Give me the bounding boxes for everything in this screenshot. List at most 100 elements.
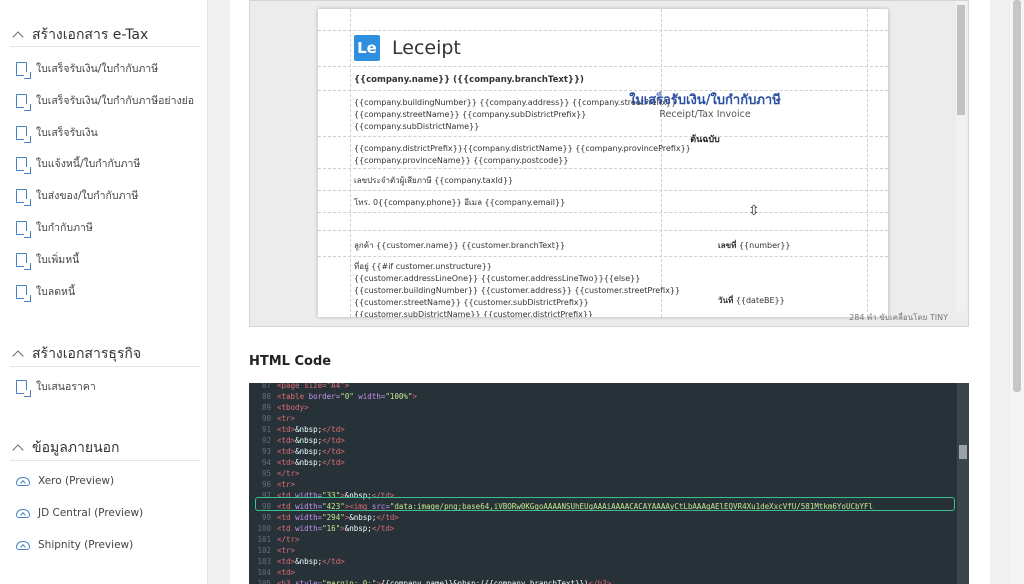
main-content: Le Leceipt {{company.name}} ({{company.b… <box>230 0 990 584</box>
customer-address-line: {{customer.subDistrictName}} {{customer.… <box>354 310 594 317</box>
editor-scrollbar[interactable] <box>956 1 966 311</box>
chevron-up-icon <box>12 350 24 362</box>
code-line[interactable]: 102 <tr> <box>249 545 295 556</box>
sidebar-item-credit-note[interactable]: ใบลดหนี้ <box>16 283 76 302</box>
sidebar-item-label: ใบเพิ่มหนี้ <box>36 254 80 266</box>
code-line[interactable]: 104 <td> <box>249 567 295 578</box>
section-etax-header[interactable]: สร้างเอกสาร e-Tax <box>12 24 148 46</box>
sidebar-item-label: Xero (Preview) <box>38 475 115 487</box>
divider <box>10 46 200 47</box>
doc-date-label: วันที่ <box>718 296 734 305</box>
line-number: 90 <box>261 414 271 423</box>
customer-address-line: {{customer.buildingNumber}} {{customer.a… <box>354 286 681 295</box>
document-add-icon <box>16 284 31 302</box>
line-number: 103 <box>257 557 271 566</box>
code-line[interactable]: 101 </tr> <box>249 534 299 545</box>
logo-name: Leceipt <box>392 37 461 59</box>
sidebar-item-debit-note[interactable]: ใบเพิ่มหนี้ <box>16 251 80 270</box>
sidebar-item-receipt[interactable]: ใบเสร็จรับเงิน <box>16 124 98 143</box>
chevron-up-icon <box>12 444 24 456</box>
code-line[interactable]: 92 <td>&nbsp;</td> <box>249 435 345 446</box>
code-text: <tbody> <box>277 403 309 412</box>
code-line[interactable]: 103 <td>&nbsp;</td> <box>249 556 344 567</box>
sidebar-item-receipt-tax-invoice[interactable]: ใบเสร็จรับเงิน/ใบกำกับภาษี <box>16 60 158 79</box>
code-line[interactable]: 100 <td width="16">&nbsp;</td> <box>249 523 394 534</box>
scrollbar-thumb[interactable] <box>1013 0 1021 392</box>
line-number: 102 <box>257 546 271 555</box>
line-number: 105 <box>257 579 271 584</box>
code-text: <tr> <box>277 414 296 423</box>
document-copy-label: ต้นฉบับ <box>690 135 720 145</box>
sidebar-item-jd-central[interactable]: JD Central (Preview) <box>16 507 143 519</box>
code-line[interactable]: 96 <tr> <box>249 479 295 490</box>
code-line[interactable]: 87 <page size="A4"> <box>249 383 349 391</box>
code-line[interactable]: 93 <td>&nbsp;</td> <box>249 446 345 457</box>
code-line[interactable]: 91 <td>&nbsp;</td> <box>249 424 345 435</box>
line-number: 101 <box>257 535 271 544</box>
sidebar-item-delivery-tax-invoice[interactable]: ใบส่งของ/ใบกำกับภาษี <box>16 187 138 206</box>
code-text: <tr> <box>277 480 296 489</box>
code-text: <h3 style="margin: 0;">{{company.name}}&… <box>277 579 612 584</box>
sidebar-item-tax-invoice[interactable]: ใบกำกับภาษี <box>16 219 93 238</box>
doc-date-field: วันที่ {{dateBE}} <box>718 295 785 307</box>
html-code-heading: HTML Code <box>249 354 332 369</box>
code-line[interactable]: 90 <tr> <box>249 413 295 424</box>
sidebar-item-shipnity[interactable]: Shipnity (Preview) <box>16 539 133 551</box>
divider <box>10 460 200 461</box>
line-number: 89 <box>261 403 271 412</box>
document-add-icon <box>16 220 31 238</box>
sidebar-item-xero[interactable]: Xero (Preview) <box>16 475 114 487</box>
section-title: สร้างเอกสาร e-Tax <box>32 27 149 43</box>
sidebar: สร้างเอกสาร e-Tax ใบเสร็จรับเงิน/ใบกำกับ… <box>0 0 208 584</box>
page-scrollbar[interactable] <box>1010 0 1024 584</box>
line-number: 92 <box>261 436 271 445</box>
company-address-line: {{company.subDistrictName}} <box>354 122 480 131</box>
sidebar-item-quotation[interactable]: ใบเสนอราคา <box>16 378 96 397</box>
sidebar-item-abb-tax-invoice[interactable]: ใบเสร็จรับเงิน/ใบกำกับภาษีอย่างย่อ <box>16 92 194 111</box>
code-line[interactable]: 88 <table border="0" width="100%"> <box>249 391 417 402</box>
section-title: ข้อมูลภายนอก <box>32 440 120 456</box>
code-text: </tr> <box>277 469 300 478</box>
section-business-header[interactable]: สร้างเอกสารธุรกิจ <box>12 343 141 365</box>
company-contact-field: โทร. 0{{company.phone}} อีเมล {{company.… <box>354 198 566 207</box>
section-title: สร้างเอกสารธุรกิจ <box>32 346 142 362</box>
sidebar-item-invoice-tax-invoice[interactable]: ใบแจ้งหนี้/ใบกำกับภาษี <box>16 155 140 174</box>
line-number: 99 <box>261 513 271 522</box>
line-number: 95 <box>261 469 271 478</box>
customer-address-line: ที่อยู่ {{#if customer.unstructure}} <box>354 262 492 271</box>
code-text: <td width="16">&nbsp;</td> <box>277 524 395 533</box>
editor-status-bar: 284 คำ ขับเคลื่อนโดย TINY <box>849 313 948 322</box>
code-line[interactable]: 105 <h3 style="margin: 0;">{{company.name… <box>249 578 611 584</box>
company-address-line: {{company.streetName}} {{company.subDist… <box>354 110 587 119</box>
sidebar-item-label: ใบเสนอราคา <box>36 381 96 393</box>
company-name-field: {{company.name}} ({{company.branchText}}… <box>354 75 584 85</box>
sidebar-item-label: ใบลดหนี้ <box>36 286 76 298</box>
code-line[interactable]: 94 <td>&nbsp;</td> <box>249 457 345 468</box>
line-number: 104 <box>257 568 271 577</box>
line-number: 91 <box>261 425 271 434</box>
table-row <box>318 213 888 231</box>
html-code-editor[interactable]: 87 <page size="A4"> 88 <table border="0" wi… <box>249 383 969 584</box>
code-scrollbar[interactable] <box>957 383 969 584</box>
customer-name-field: ลูกค้า {{customer.name}} {{customer.bran… <box>354 241 566 250</box>
divider <box>10 366 200 367</box>
line-number: 93 <box>261 447 271 456</box>
scrollbar-thumb[interactable] <box>957 5 965 115</box>
document-add-icon <box>16 156 31 174</box>
code-line[interactable]: 95 </tr> <box>249 468 300 479</box>
doc-number-value: {{number}} <box>738 241 791 250</box>
scrollbar-thumb[interactable] <box>959 445 967 459</box>
code-line[interactable]: 99 <td width="294">&nbsp;</td> <box>249 512 399 523</box>
doc-number-field: เลขที่ {{number}} <box>718 240 791 252</box>
line-number: 88 <box>261 392 271 401</box>
rich-text-editor[interactable]: Le Leceipt {{company.name}} ({{company.b… <box>249 0 969 327</box>
company-logo: Le Leceipt <box>354 35 461 61</box>
document-preview[interactable]: Le Leceipt {{company.name}} ({{company.b… <box>318 9 888 317</box>
code-line[interactable]: 89 <tbody> <box>249 402 309 413</box>
document-add-icon <box>16 125 31 143</box>
section-external-header[interactable]: ข้อมูลภายนอก <box>12 437 120 459</box>
app-window: สร้างเอกสาร e-Tax ใบเสร็จรับเงิน/ใบกำกับ… <box>0 0 1024 584</box>
cloud-upload-icon <box>16 540 30 550</box>
resize-cursor-icon: ⇳ <box>748 203 760 219</box>
line-number: 87 <box>261 383 271 390</box>
